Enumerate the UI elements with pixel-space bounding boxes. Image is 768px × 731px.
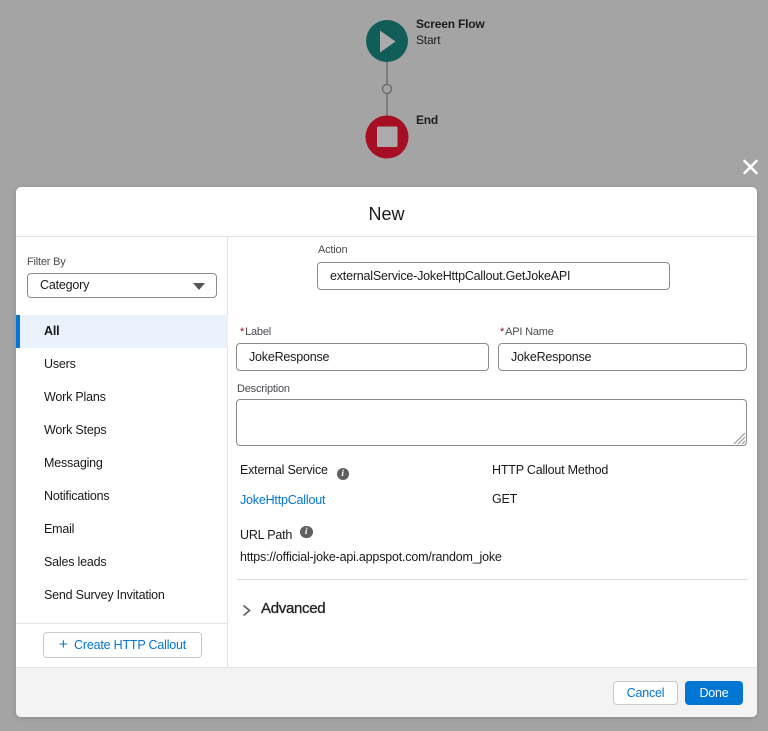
svg-text:End: End xyxy=(416,113,438,127)
svg-text:Screen Flow: Screen Flow xyxy=(416,17,485,31)
svg-text:Start: Start xyxy=(416,33,441,47)
